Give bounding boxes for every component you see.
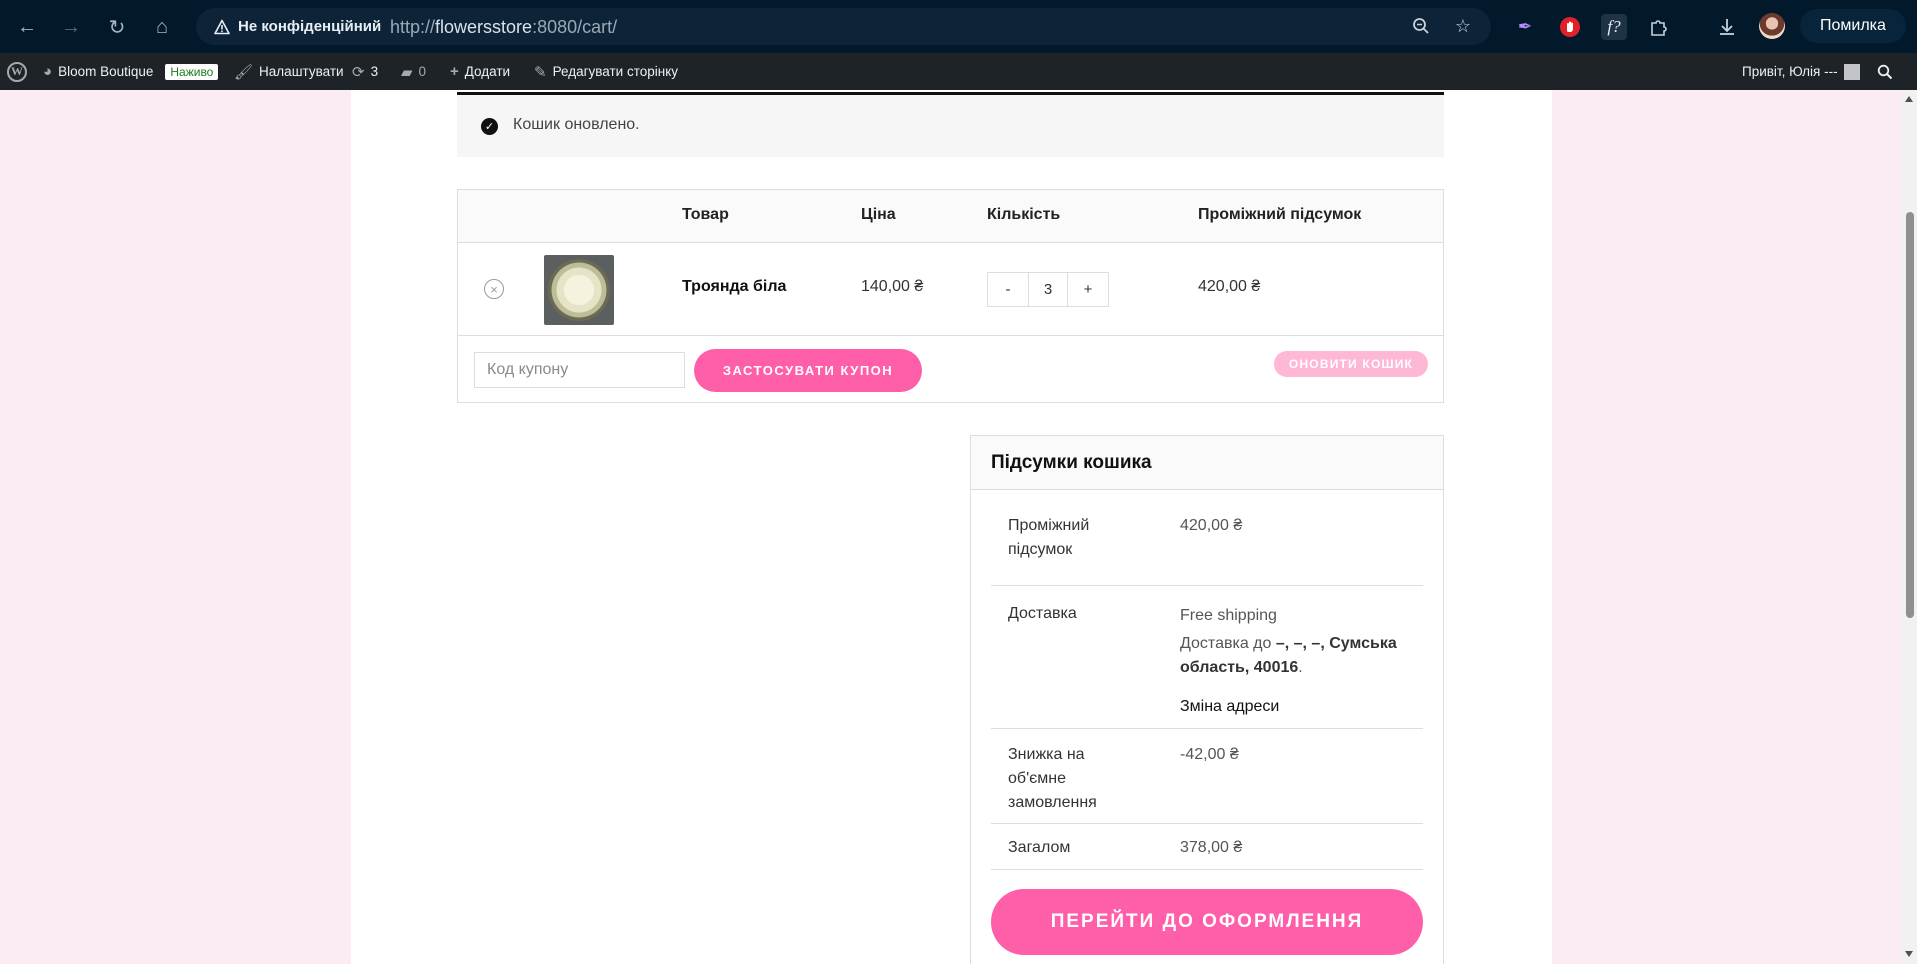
wp-logo-menu[interactable]: W <box>7 53 27 90</box>
url-path: :8080/cart/ <box>532 17 618 37</box>
security-label: Не конфіденційний <box>238 18 382 35</box>
discount-value: -42,00 ₴ <box>1180 746 1239 763</box>
shipping-row: Доставка Free shipping Доставка до –, –,… <box>991 586 1423 729</box>
item-subtotal: 420,00 ₴ <box>1198 278 1261 295</box>
font-extension-icon[interactable]: f? <box>1601 14 1627 40</box>
dashboard-gauge-icon: ◕ <box>43 63 53 80</box>
user-avatar <box>1843 63 1860 80</box>
edit-page-menu[interactable]: ✎ Редагувати сторінку <box>534 53 678 90</box>
header-product: Товар <box>682 206 729 223</box>
comments-menu[interactable]: ▰ 0 <box>401 53 426 90</box>
live-badge: Наживо <box>165 63 219 80</box>
header-subtotal: Проміжний підсумок <box>1198 206 1362 223</box>
cart-table-header: Товар Ціна Кількість Проміжний підсумок <box>458 190 1443 243</box>
home-icon[interactable]: ⌂ <box>147 12 177 42</box>
site-name-menu[interactable]: ◕ Bloom Boutique Наживо <box>43 53 219 90</box>
warning-triangle-icon <box>214 19 230 34</box>
quantity-increase-button[interactable]: + <box>1068 273 1108 306</box>
scrollbar-thumb[interactable] <box>1906 212 1914 618</box>
reload-icon[interactable]: ↻ <box>102 12 132 42</box>
header-quantity: Кількість <box>987 206 1061 223</box>
check-circle-icon: ✓ <box>481 118 498 135</box>
wordpress-logo-icon: W <box>7 61 27 82</box>
remove-item-button[interactable]: × <box>484 279 504 299</box>
greeting-label: Привіт, Юлія --- <box>1742 64 1838 79</box>
discount-row: Знижка на об'ємне замовлення -42,00 ₴ <box>991 729 1423 824</box>
coupon-code-input[interactable] <box>474 352 685 388</box>
scroll-down-arrow-icon[interactable] <box>1905 951 1913 957</box>
apply-coupon-button[interactable]: ЗАСТОСУВАТИ КУПОН <box>694 349 922 392</box>
product-price: 140,00 ₴ <box>861 278 924 295</box>
customize-menu[interactable]: 🖌 Налаштувати <box>234 53 344 90</box>
product-name-link[interactable]: Троянда біла <box>682 278 786 296</box>
comment-bubble-icon: ▰ <box>401 63 413 81</box>
cart-item-row: × Троянда біла 140,00 ₴ - 3 + 420,00 ₴ <box>458 243 1443 336</box>
wp-admin-bar: W ◕ Bloom Boutique Наживо 🖌 Налаштувати … <box>0 53 1917 90</box>
cart-totals: Підсумки кошика Проміжний підсумок 420,0… <box>970 435 1444 964</box>
updates-refresh-icon: ⟳ <box>352 63 365 81</box>
cart-updated-notice: ✓ Кошик оновлено. <box>457 92 1444 157</box>
order-total-row: Загалом 378,00 ₴ <box>991 824 1423 870</box>
brush-icon: 🖌 <box>234 63 254 81</box>
account-menu[interactable]: Привіт, Юлія --- <box>1742 53 1860 90</box>
security-indicator[interactable]: Не конфіденційний <box>204 12 393 41</box>
product-thumbnail[interactable] <box>544 255 614 325</box>
error-label: Помилка <box>1820 17 1886 34</box>
comments-count: 0 <box>418 64 427 79</box>
browser-toolbar: ← → ↻ ⌂ Не конфіденційний http://flowers… <box>0 0 1917 53</box>
updates-menu[interactable]: ⟳ 3 <box>352 53 378 90</box>
quantity-stepper: - 3 + <box>987 272 1109 307</box>
total-value: 378,00 ₴ <box>1180 839 1243 856</box>
extensions-puzzle-icon[interactable] <box>1646 14 1672 40</box>
profile-avatar[interactable] <box>1759 13 1785 39</box>
subtotal-label: Проміжний підсумок <box>1008 517 1090 558</box>
total-label: Загалом <box>1008 839 1071 856</box>
url-scheme: http:// <box>390 17 436 37</box>
zoom-icon[interactable] <box>1409 14 1433 38</box>
quantity-input[interactable]: 3 <box>1028 273 1068 306</box>
customize-label: Налаштувати <box>259 64 344 79</box>
adblock-extension-icon[interactable] <box>1557 14 1583 40</box>
proceed-to-checkout-button[interactable]: ПЕРЕЙТИ ДО ОФОРМЛЕННЯ <box>991 889 1423 955</box>
add-new-menu[interactable]: + Додати <box>450 53 510 90</box>
edit-page-label: Редагувати сторінку <box>552 64 679 79</box>
notice-text: Кошик оновлено. <box>513 116 640 133</box>
plus-icon: + <box>450 63 459 80</box>
download-icon[interactable] <box>1714 14 1740 40</box>
header-price: Ціна <box>861 206 896 223</box>
pencil-icon: ✎ <box>534 63 547 81</box>
discount-label: Знижка на об'ємне замовлення <box>1008 746 1097 811</box>
cart-actions: ЗАСТОСУВАТИ КУПОН ОНОВИТИ КОШИК <box>458 336 1443 402</box>
quantity-decrease-button[interactable]: - <box>988 273 1028 306</box>
subtotal-value: 420,00 ₴ <box>1180 517 1243 534</box>
shipping-to-suffix: . <box>1298 659 1303 676</box>
scroll-up-arrow-icon[interactable] <box>1905 96 1913 102</box>
site-name: Bloom Boutique <box>58 64 154 79</box>
cart-totals-header: Підсумки кошика <box>971 436 1443 490</box>
subtotal-row: Проміжний підсумок 420,00 ₴ <box>991 514 1423 586</box>
shipping-to-prefix: Доставка до <box>1180 635 1276 652</box>
page-scrollbar[interactable] <box>1902 90 1917 964</box>
forward-arrow-icon[interactable]: → <box>56 12 86 42</box>
address-bar[interactable]: Не конфіденційний http://flowersstore:80… <box>196 8 1491 45</box>
cart-totals-title: Підсумки кошика <box>991 452 1152 473</box>
bookmark-star-icon[interactable]: ☆ <box>1451 14 1475 38</box>
back-arrow-icon[interactable]: ← <box>12 12 42 42</box>
url-host: flowersstore <box>435 17 533 37</box>
browser-error-button[interactable]: Помилка <box>1800 9 1906 43</box>
search-icon <box>1877 64 1893 79</box>
add-new-label: Додати <box>464 64 511 79</box>
update-cart-button[interactable]: ОНОВИТИ КОШИК <box>1274 351 1428 377</box>
shipping-label: Доставка <box>1008 605 1077 622</box>
shipping-destination: Доставка до –, –, –, Сумська область, 40… <box>1180 632 1420 680</box>
updates-count: 3 <box>370 64 379 79</box>
cart-table: Товар Ціна Кількість Проміжний підсумок … <box>457 189 1444 403</box>
quill-extension-icon[interactable]: ✒ <box>1512 14 1538 40</box>
admin-search[interactable] <box>1877 53 1893 90</box>
shipping-details: Free shipping Доставка до –, –, –, Сумсь… <box>1180 604 1420 719</box>
remove-x-icon: × <box>490 281 498 297</box>
change-address-link[interactable]: Зміна адреси <box>1180 695 1420 719</box>
shipping-method: Free shipping <box>1180 607 1277 624</box>
url-text[interactable]: http://flowersstore:8080/cart/ <box>390 17 617 38</box>
